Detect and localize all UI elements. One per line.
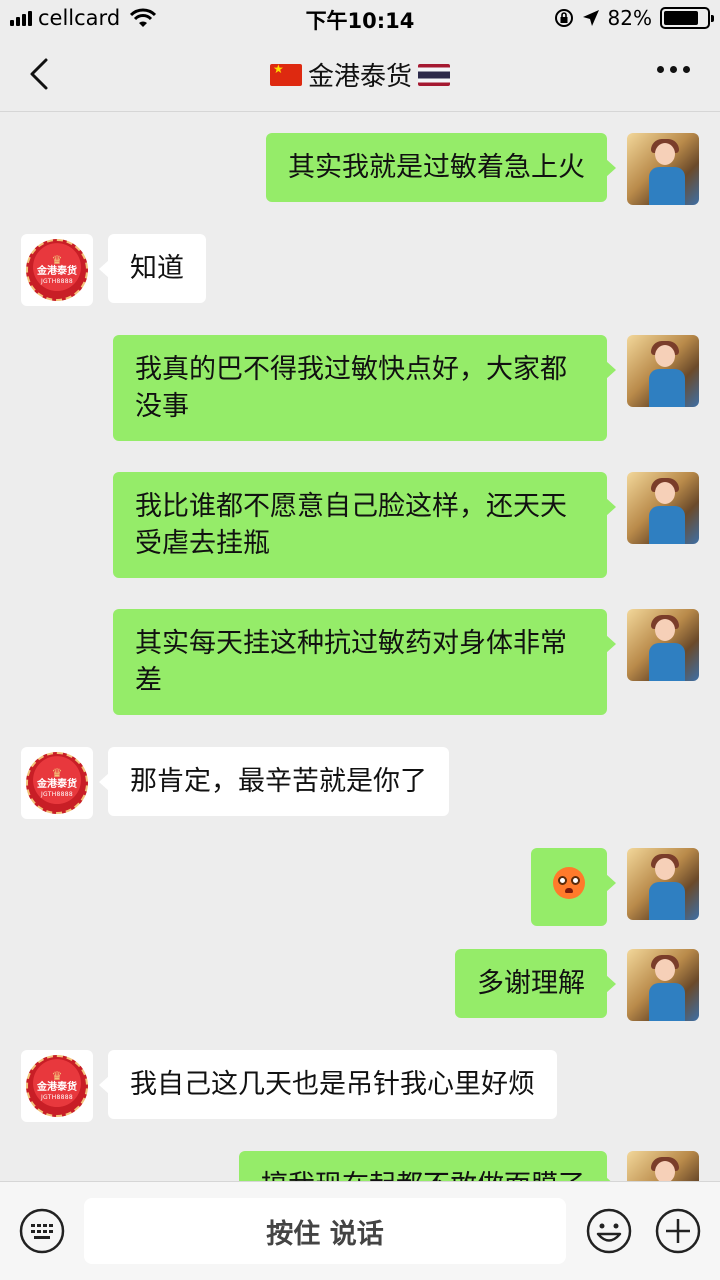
user-avatar[interactable] bbox=[627, 472, 699, 544]
battery-fill bbox=[664, 11, 699, 25]
user-avatar[interactable] bbox=[627, 609, 699, 681]
message-bubble-sent[interactable]: 多谢理解 bbox=[455, 949, 616, 1018]
brand-seal-logo: ♛ 金港泰货 JGTH8888 bbox=[26, 1055, 88, 1117]
user-avatar[interactable] bbox=[627, 949, 699, 1021]
rotation-lock-icon bbox=[554, 9, 573, 27]
flushed-face-emoji-icon bbox=[553, 867, 585, 899]
plus-circle-icon[interactable] bbox=[654, 1207, 702, 1255]
message-bubble-received[interactable]: 那肯定，最辛苦就是你了 bbox=[99, 747, 449, 816]
battery-icon bbox=[660, 7, 714, 29]
status-bar: cellcard 下午10:14 82% bbox=[0, 0, 720, 38]
china-flag-icon bbox=[269, 63, 302, 86]
user-avatar[interactable] bbox=[627, 335, 699, 407]
contact-avatar[interactable]: ♛ 金港泰货 JGTH8888 bbox=[21, 1050, 93, 1122]
location-arrow-icon bbox=[582, 10, 599, 26]
brand-seal-logo: ♛ 金港泰货 JGTH8888 bbox=[26, 752, 88, 814]
user-avatar[interactable] bbox=[627, 1151, 699, 1181]
chat-title-text: 金港泰货 bbox=[307, 62, 412, 92]
user-avatar[interactable] bbox=[627, 848, 699, 920]
contact-avatar[interactable]: ♛ 金港泰货 JGTH8888 bbox=[21, 234, 93, 306]
message-bubble-sent[interactable]: 其实每天挂这种抗过敏药对身体非常差 bbox=[113, 609, 616, 715]
message-bubble-sent[interactable]: 其实我就是过敏着急上火 bbox=[266, 133, 616, 202]
chat-title: 金港泰货 bbox=[0, 56, 720, 93]
nav-bar: 金港泰货 bbox=[0, 38, 720, 112]
chat-message-list[interactable]: 其实我就是过敏着急上火 ♛ 金港泰货 JGTH8888 知道 我真的巴不得我过敏… bbox=[0, 113, 720, 1181]
message-bubble-sent[interactable]: 搞我现在起都不敢做面膜了 bbox=[239, 1151, 616, 1181]
keyboard-icon[interactable] bbox=[18, 1207, 66, 1255]
status-right: 82% bbox=[554, 6, 714, 30]
contact-avatar[interactable]: ♛ 金港泰货 JGTH8888 bbox=[21, 747, 93, 819]
message-bubble-sent-emoji[interactable] bbox=[531, 848, 616, 926]
message-bubble-received[interactable]: 我自己这几天也是吊针我心里好烦 bbox=[99, 1050, 557, 1119]
battery-percent: 82% bbox=[607, 6, 652, 30]
message-bubble-sent[interactable]: 我真的巴不得我过敏快点好，大家都没事 bbox=[113, 335, 616, 441]
brand-seal-logo: ♛ 金港泰货 JGTH8888 bbox=[26, 239, 88, 301]
hold-to-talk-button[interactable]: 按住 说话 bbox=[84, 1198, 566, 1264]
more-icon[interactable] bbox=[657, 66, 690, 73]
thailand-flag-icon bbox=[418, 63, 450, 86]
user-avatar[interactable] bbox=[627, 133, 699, 205]
message-bubble-sent[interactable]: 我比谁都不愿意自己脸这样，还天天受虐去挂瓶 bbox=[113, 472, 616, 578]
input-bar: 按住 说话 bbox=[0, 1181, 720, 1280]
message-bubble-received[interactable]: 知道 bbox=[99, 234, 206, 303]
emoji-icon[interactable] bbox=[585, 1207, 633, 1255]
